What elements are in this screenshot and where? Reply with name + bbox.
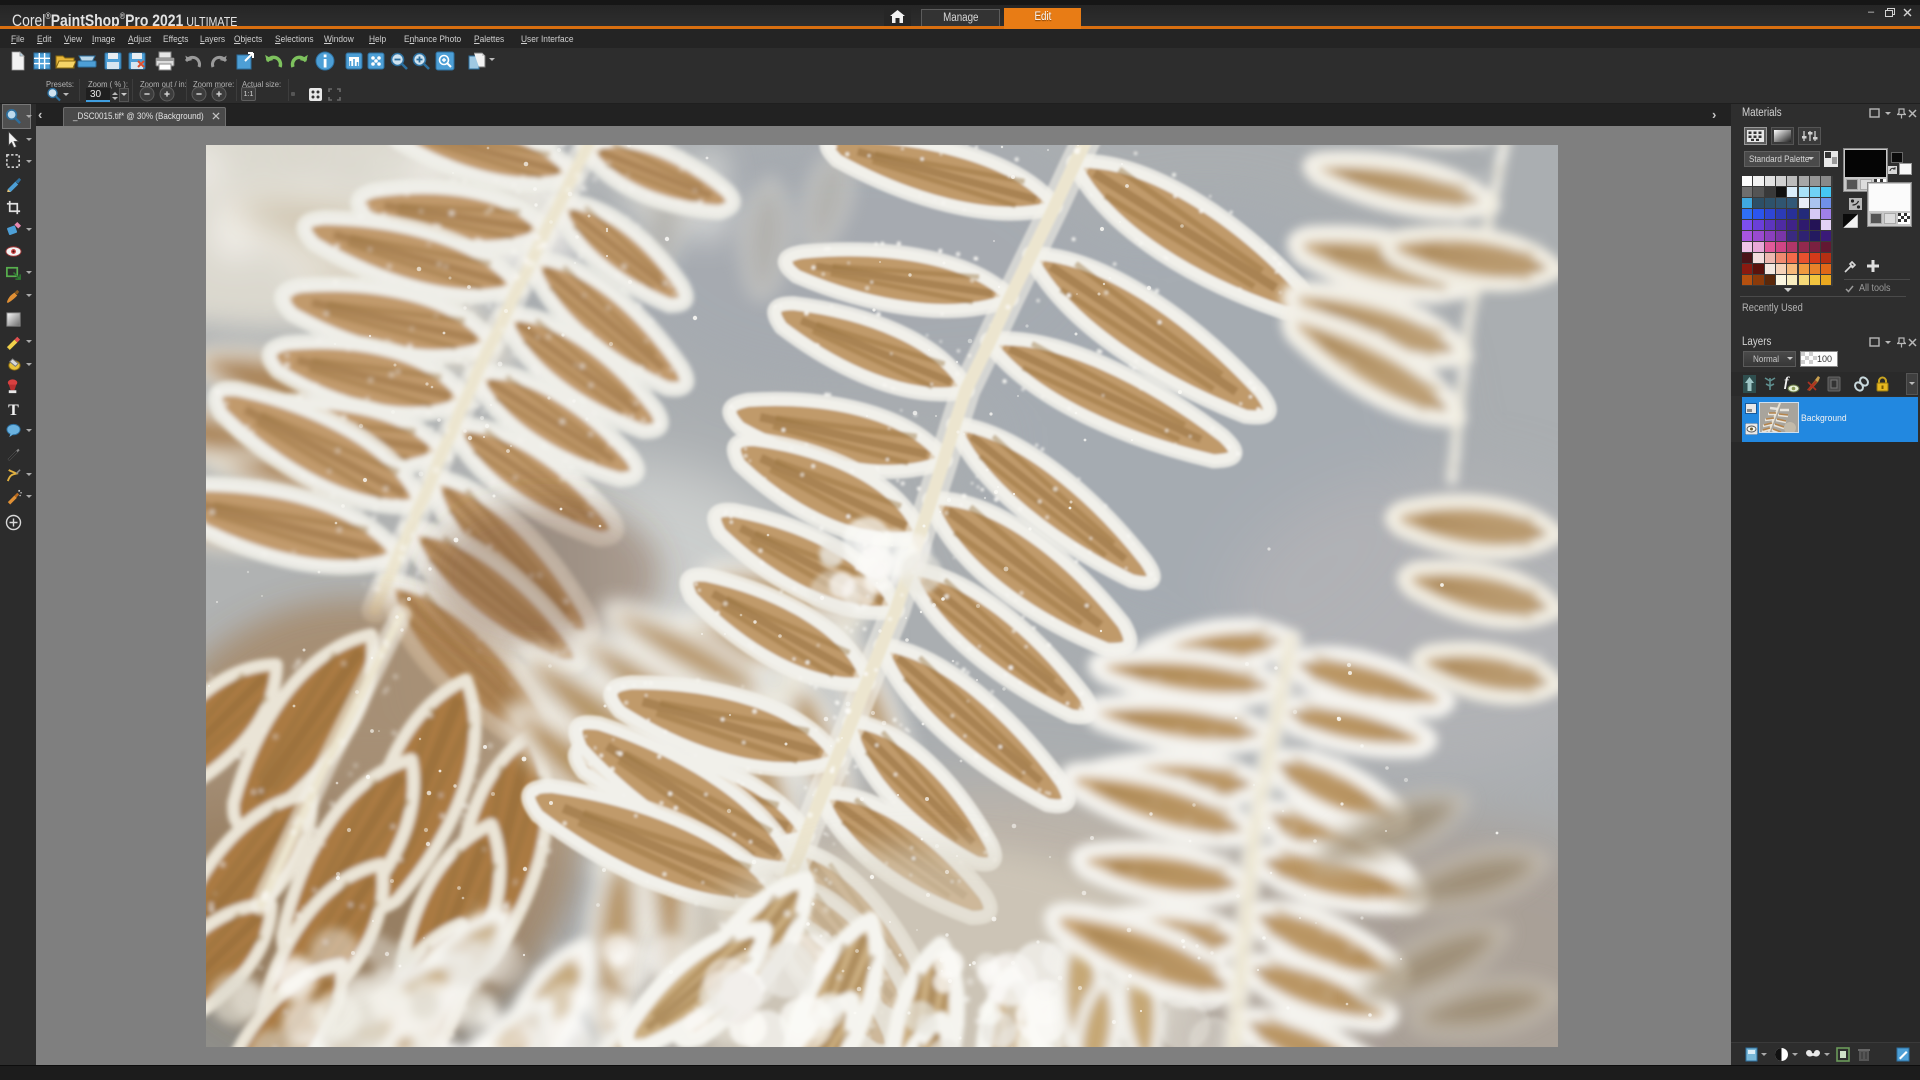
svg-text:T: T — [8, 402, 19, 418]
